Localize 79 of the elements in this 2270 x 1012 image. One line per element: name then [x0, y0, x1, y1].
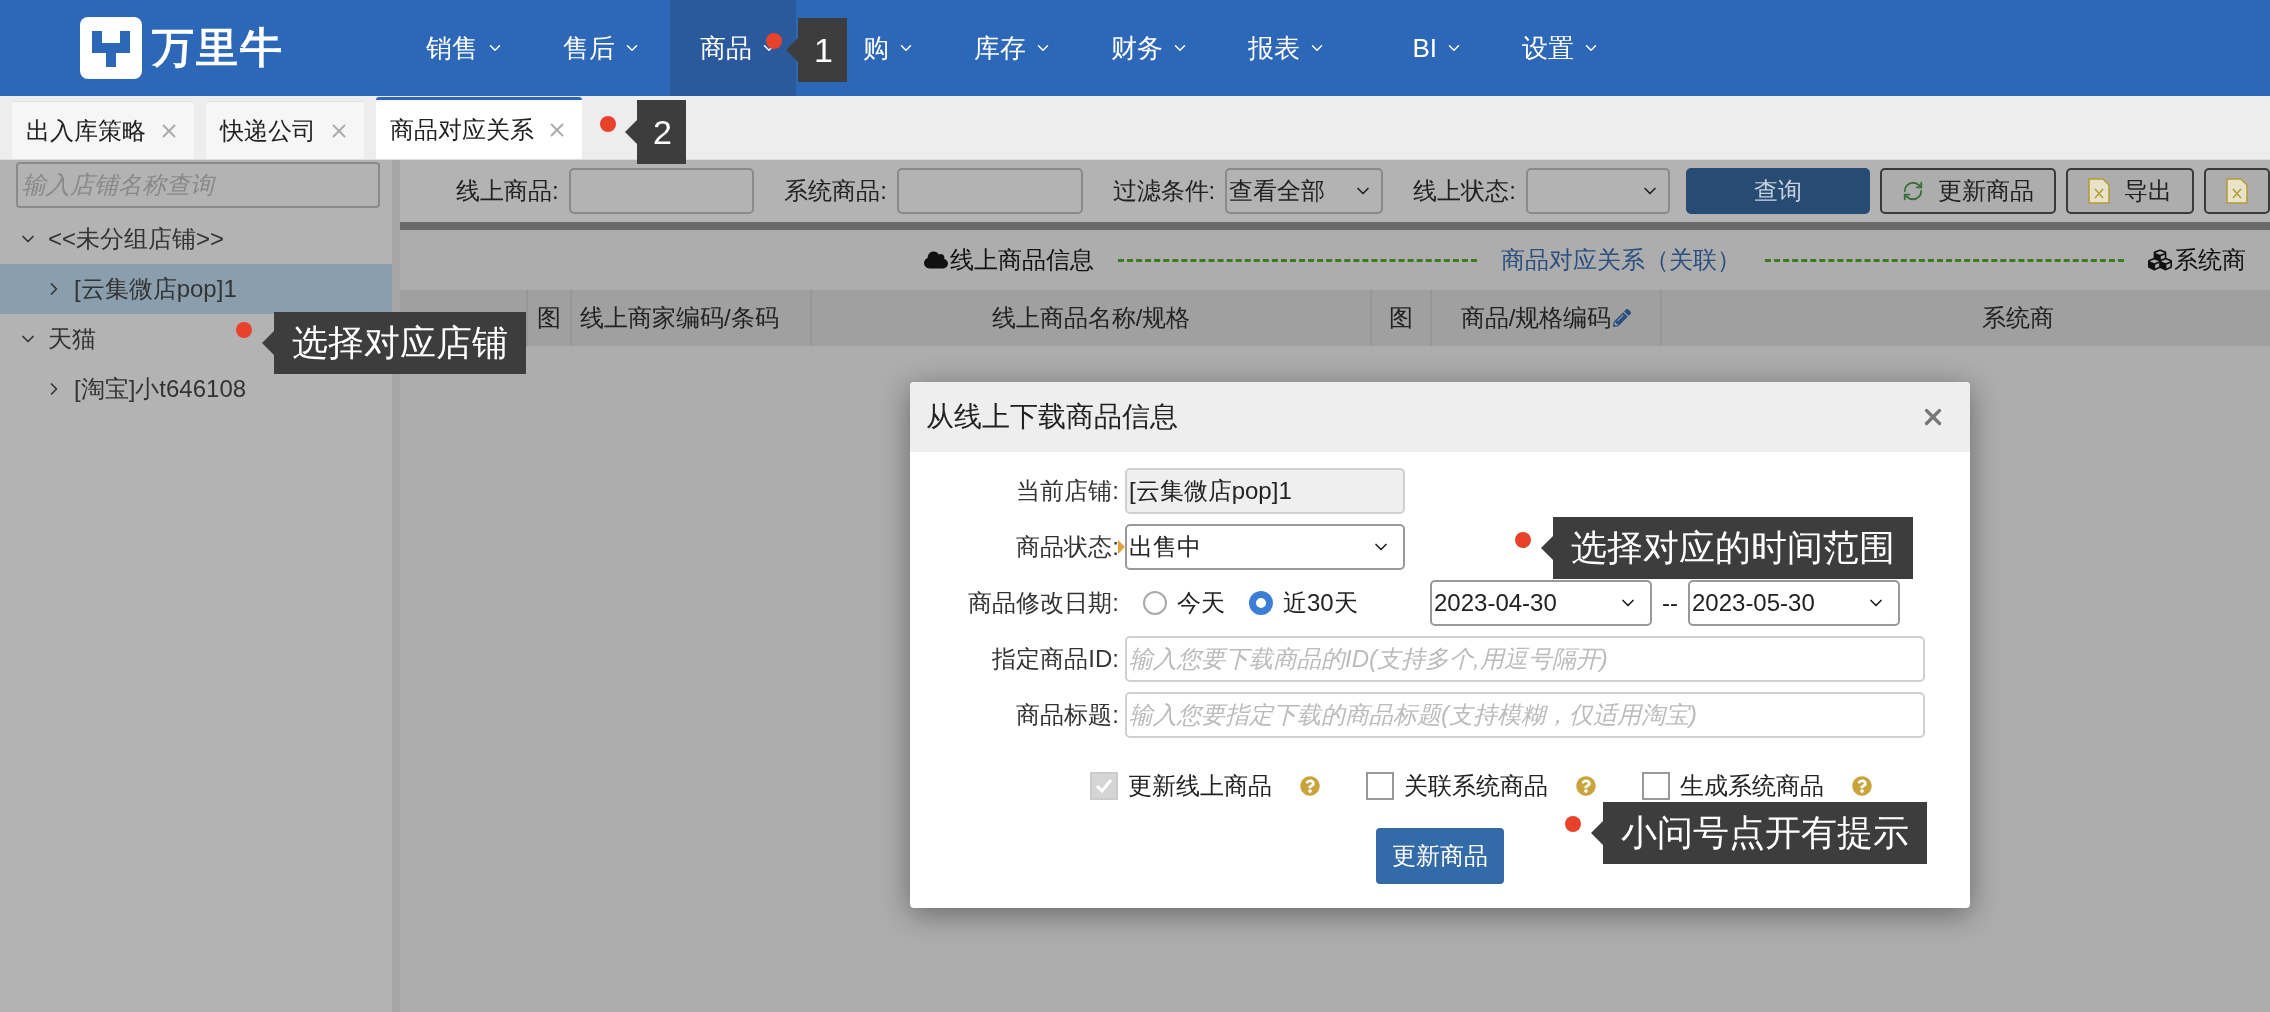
input-field[interactable]: 输入您要下载商品的ID(支持多个,用逗号隔开) — [1125, 636, 1925, 682]
select-field[interactable]: 查看全部 — [1225, 168, 1384, 214]
tree-item[interactable]: [淘宝]小t646108 — [44, 367, 255, 411]
checkmark-icon — [1094, 776, 1114, 796]
export-button[interactable] — [2204, 168, 2270, 214]
refresh-button[interactable]: 更新商品 — [1880, 168, 2056, 214]
radio-label: 近30天 — [1283, 588, 1358, 618]
column-header: 图 — [1389, 303, 1413, 333]
help-icon[interactable] — [1576, 776, 1596, 796]
nav-item[interactable]: BI — [1406, 0, 1481, 96]
checkbox-label: 更新线上商品 — [1128, 771, 1272, 801]
spreadsheet-icon — [2088, 178, 2110, 204]
checkbox-label: 生成系统商品 — [1680, 771, 1824, 801]
radio-label: 今天 — [1177, 588, 1225, 618]
section-title: 系统商 — [2124, 244, 2270, 276]
edit-icon[interactable] — [1613, 309, 1632, 327]
help-icon[interactable] — [1852, 776, 1872, 796]
field-label: 指定商品ID: — [991, 644, 1120, 674]
tab[interactable]: 商品对应关系 — [376, 97, 582, 159]
date-select[interactable]: 2023-05-30 — [1688, 580, 1900, 626]
logo-text: 万里牛 — [152, 23, 284, 73]
nav-item[interactable]: 售后 — [557, 0, 659, 96]
status-select[interactable]: 出售中 — [1125, 524, 1405, 570]
range-separator: -- — [1662, 589, 1678, 617]
field-label: 线上状态: — [1413, 176, 1516, 206]
tree-item[interactable]: 天猫 — [18, 317, 104, 361]
nav-item[interactable]: 销售 — [420, 0, 522, 96]
help-icon[interactable] — [1300, 776, 1320, 796]
column-header: 商品/规格编码 — [1460, 303, 1612, 333]
nav-item[interactable]: 设置 — [1516, 0, 1618, 96]
nav-item[interactable]: 商品 — [670, 0, 796, 96]
field-label: 线上商品: — [456, 176, 559, 206]
annotation-tooltip: 1 — [786, 18, 847, 82]
column-header: 线上商品名称/规格 — [991, 303, 1191, 333]
annotation-tooltip: 2 — [625, 100, 686, 164]
nav-item[interactable]: 财务 — [1105, 0, 1207, 96]
refresh-icon — [1902, 180, 1924, 202]
field-label: 商品修改日期: — [967, 588, 1120, 618]
annotation-tooltip: 小问号点开有提示 — [1591, 802, 1927, 864]
checkbox-label: 关联系统商品 — [1404, 771, 1548, 801]
spreadsheet-icon — [2226, 178, 2248, 204]
tab[interactable]: 快递公司 — [206, 101, 364, 159]
checkbox[interactable] — [1366, 772, 1394, 800]
radio-button[interactable] — [1249, 591, 1273, 615]
field-label: 商品标题: — [1015, 700, 1120, 730]
checkbox[interactable] — [1642, 772, 1670, 800]
tree-label: 天猫 — [48, 324, 96, 354]
tree-item[interactable]: <<未分组店铺>> — [18, 217, 233, 261]
tree-label: <<未分组店铺>> — [48, 224, 225, 254]
nav-item[interactable]: 购 — [857, 0, 933, 96]
cubes-icon — [2148, 248, 2172, 272]
radio-button[interactable] — [1143, 591, 1167, 615]
nav-item[interactable]: 库存 — [968, 0, 1070, 96]
column-header: 线上商家编码/条码 — [580, 303, 779, 333]
field-label: 当前店铺: — [1015, 476, 1120, 506]
column-header: 系统商 — [1982, 303, 2054, 333]
export-button[interactable]: 导出 — [2066, 168, 2194, 214]
date-select[interactable]: 2023-04-30 — [1430, 580, 1652, 626]
nav-item[interactable]: 报表 — [1242, 0, 1344, 96]
annotation-tooltip: 选择对应店铺 — [262, 312, 526, 374]
section-title: 商品对应关系（关联） — [1500, 245, 1742, 275]
field-label: 系统商品: — [784, 176, 887, 206]
update-button[interactable]: 更新商品 — [1376, 828, 1504, 884]
dialog-title: 从线上下载商品信息 — [926, 400, 1178, 434]
tree-item[interactable]: [云集微店pop]1 — [44, 267, 245, 311]
logo-icon — [80, 17, 142, 79]
tab[interactable]: 出入库策略 — [12, 101, 194, 159]
select-field[interactable] — [1525, 168, 1670, 214]
field-label: 过滤条件: — [1112, 176, 1216, 206]
store-field: [云集微店pop]1 — [1125, 468, 1405, 514]
column-header: 图 — [537, 303, 561, 333]
input-field[interactable] — [568, 168, 755, 214]
input-field[interactable]: 输入您要指定下载的商品标题(支持模糊，仅适用淘宝) — [1125, 692, 1925, 738]
tree-label: [淘宝]小t646108 — [74, 374, 247, 404]
section-title: 线上商品信息 — [900, 244, 1118, 276]
input-field[interactable] — [896, 168, 1083, 214]
tree-label: [云集微店pop]1 — [74, 274, 237, 304]
query-button[interactable]: 查询 — [1686, 168, 1870, 214]
annotation-tooltip: 选择对应的时间范围 — [1541, 517, 1913, 579]
